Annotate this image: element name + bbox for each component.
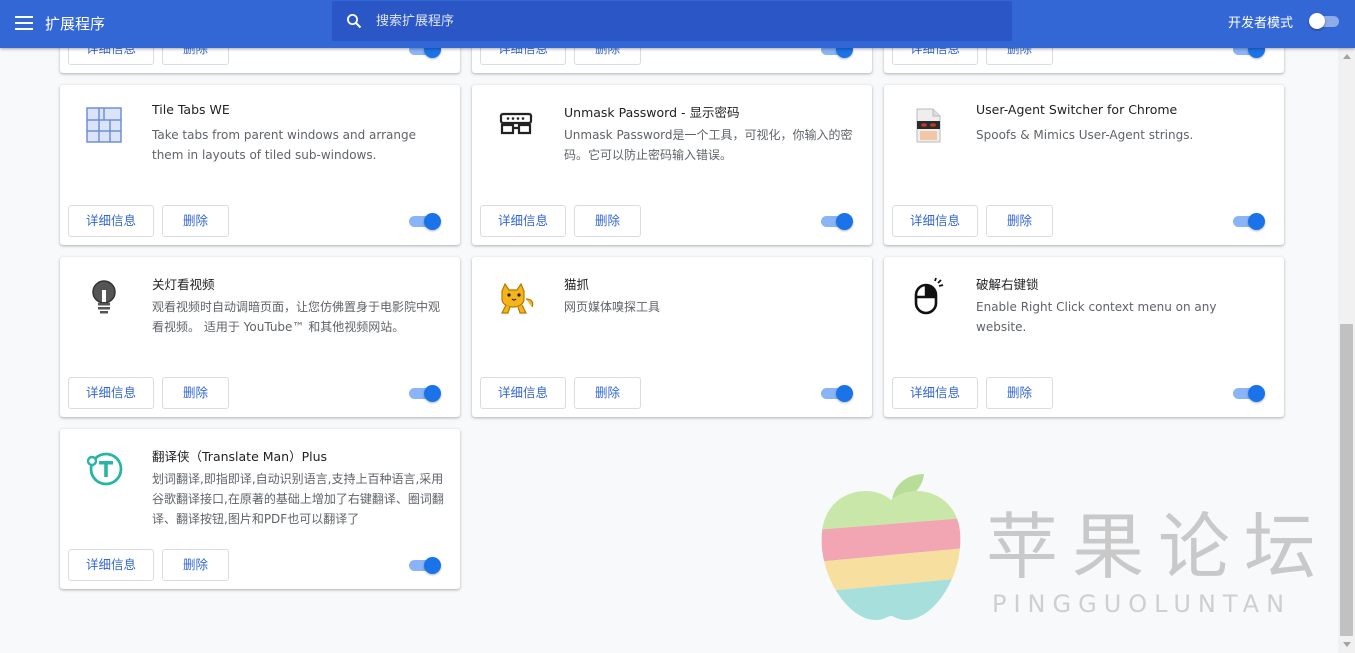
enable-toggle[interactable]	[409, 385, 441, 402]
remove-button[interactable]: 删除	[162, 377, 229, 409]
extension-description: Unmask Password是一个工具，可视化，你输入的密码。它可以防止密码输…	[564, 128, 853, 162]
lightbulb-icon	[84, 277, 124, 317]
extension-description: 观看视频时自动调暗页面，让您仿佛置身于电影院中观看视频。 适用于 YouTube…	[152, 300, 441, 334]
glasses-icon	[496, 105, 536, 145]
details-button[interactable]: 详细信息	[68, 549, 154, 581]
scroll-down-arrow-icon[interactable]	[1343, 642, 1351, 647]
extension-card-user-agent-switcher: User-Agent Switcher for Chrome Spoofs & …	[884, 85, 1284, 245]
enable-toggle[interactable]	[821, 213, 853, 230]
mouse-icon	[908, 277, 948, 317]
remove-button[interactable]: 删除	[986, 377, 1053, 409]
vertical-scrollbar[interactable]	[1338, 48, 1355, 653]
scroll-thumb[interactable]	[1340, 324, 1353, 636]
details-button[interactable]: 详细信息	[68, 377, 154, 409]
remove-button[interactable]: 删除	[986, 205, 1053, 237]
extension-description: 划词翻译,即指即译,自动识别语言,支持上百种语言,采用谷歌翻译接口,在原著的基础…	[152, 472, 444, 526]
watermark: 苹果论坛 PINGGUOLUNTAN	[816, 470, 1336, 630]
extension-card-translate-man: 翻译侠（Translate Man）Plus 划词翻译,即指即译,自动识别语言,…	[60, 429, 460, 589]
developer-mode-label: 开发者模式	[1228, 16, 1294, 31]
extension-card-cat-catch: 猫抓 网页媒体嗅探工具 详细信息 删除	[472, 257, 872, 417]
enable-toggle[interactable]	[409, 213, 441, 230]
extension-card-lights-off: 关灯看视频 观看视频时自动调暗页面，让您仿佛置身于电影院中观看视频。 适用于 Y…	[60, 257, 460, 417]
enable-toggle[interactable]	[1233, 385, 1265, 402]
enable-toggle[interactable]	[409, 557, 441, 574]
remove-button[interactable]: 删除	[574, 205, 641, 237]
developer-mode-toggle[interactable]	[1309, 13, 1341, 29]
search-input[interactable]	[376, 1, 996, 41]
details-button[interactable]: 详细信息	[892, 205, 978, 237]
extension-description: Spoofs & Mimics User-Agent strings.	[976, 128, 1194, 142]
extension-name: 翻译侠（Translate Man）Plus	[152, 449, 328, 464]
watermark-pinyin: PINGGUOLUNTAN	[992, 590, 1292, 618]
extension-description: Take tabs from parent windows and arrang…	[152, 128, 416, 162]
remove-button[interactable]: 删除	[162, 549, 229, 581]
remove-button[interactable]: 删除	[574, 377, 641, 409]
extension-description: Enable Right Click context menu on any w…	[976, 300, 1217, 334]
details-button[interactable]: 详细信息	[480, 205, 566, 237]
details-button[interactable]: 详细信息	[480, 377, 566, 409]
extension-name: 破解右键锁	[976, 277, 1039, 292]
extension-name: 猫抓	[564, 277, 590, 292]
extension-card-right-click: 破解右键锁 Enable Right Click context menu on…	[884, 257, 1284, 417]
watermark-chinese: 苹果论坛	[986, 505, 1331, 589]
tile-grid-icon	[84, 105, 124, 145]
page-title: 扩展程序	[45, 15, 106, 33]
remove-button[interactable]: 删除	[162, 205, 229, 237]
translate-t-icon	[84, 449, 124, 489]
extension-card-tile-tabs: Tile Tabs WE Take tabs from parent windo…	[60, 85, 460, 245]
search-box[interactable]	[332, 1, 1012, 41]
extension-name: 关灯看视频	[152, 277, 215, 292]
enable-toggle[interactable]	[821, 385, 853, 402]
details-button[interactable]: 详细信息	[68, 205, 154, 237]
apple-logo-icon	[821, 474, 961, 620]
extension-name: User-Agent Switcher for Chrome	[976, 102, 1178, 117]
masked-agent-icon	[908, 105, 948, 145]
extension-card-unmask-password: Unmask Password - 显示密码 Unmask Password是一…	[472, 85, 872, 245]
extension-name: Tile Tabs WE	[152, 102, 230, 117]
details-button[interactable]: 详细信息	[892, 377, 978, 409]
hamburger-menu-icon[interactable]	[12, 11, 36, 35]
extension-name: Unmask Password - 显示密码	[564, 105, 740, 120]
scroll-up-arrow-icon[interactable]	[1343, 54, 1351, 59]
search-icon	[347, 14, 362, 29]
top-toolbar: 扩展程序 开发者模式	[0, 0, 1355, 48]
cat-icon	[496, 277, 536, 317]
enable-toggle[interactable]	[1233, 213, 1265, 230]
extension-description: 网页媒体嗅探工具	[564, 300, 661, 314]
